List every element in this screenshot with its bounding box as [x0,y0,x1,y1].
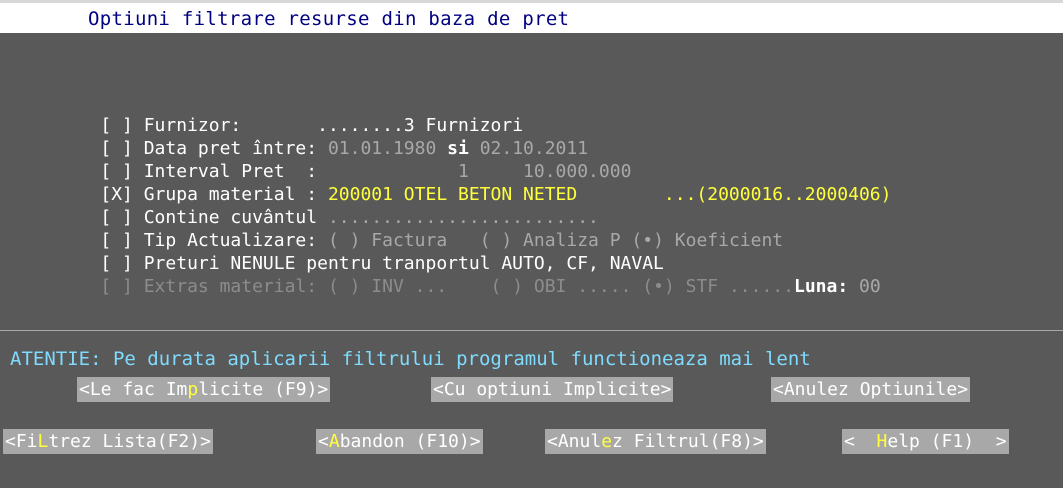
filter-list-hotkey: L [37,431,49,452]
set-defaults-button[interactable]: <Le fac Implicite (F9)> [77,377,331,402]
filter-row-furnizor[interactable]: [ ] Furnizor: ........3 Furnizori [57,90,523,136]
help-post: elp (F1) > [887,431,1007,452]
filter-row-preturi-nenule[interactable]: [ ] Preturi NENULE pentru tranportul AUT… [57,228,664,274]
warning-text: ATENTIE: Pe durata aplicarii filtrului p… [10,348,811,370]
help-pre: < [844,431,877,452]
default-options-button[interactable]: <Cu optiuni Implicite> [431,377,674,402]
radio-inv: ( ) INV ... [327,276,448,297]
value-luna: 00 [859,276,881,297]
default-options-label: <Cu optiuni Implicite> [433,379,672,400]
help-button[interactable]: < Help (F1) > [842,429,1009,454]
set-defaults-post: licite (F9)> [198,379,329,400]
filter-list-button[interactable]: <FiLtrez Lista(F2)> [3,429,213,454]
filter-row-data-pret[interactable]: [ ] Data pret între: 01.01.1980 si 02.10… [57,113,588,159]
label-luna: Luna: [793,276,849,297]
cancel-filter-button[interactable]: <Anulez Filtrul(F8)> [545,429,766,454]
separator [0,330,1063,331]
label-extras-material: Extras material: [143,276,318,297]
filter-list-post: trez Lista(F2)> [48,431,211,452]
checkbox-extras-material: [ ] [100,276,133,297]
cancel-filter-hotkey: e [601,431,613,452]
cancel-options-button[interactable]: <Anulez Optiunile> [771,377,971,402]
abandon-pre: < [318,431,329,452]
abandon-hotkey: A [328,431,340,452]
filter-dialog: [ ] Furnizor: ........3 Furnizori [ ] Da… [0,33,1063,488]
filter-row-grupa-material[interactable]: [X] Grupa material : 200001 OTEL BETON N… [57,159,891,205]
filter-row-contine-cuvantul[interactable]: [ ] Contine cuvântul ...................… [57,182,599,228]
set-defaults-hotkey: p [187,379,199,400]
cancel-options-label: <Anulez Optiunile> [773,379,969,400]
abandon-button[interactable]: <Abandon (F10)> [316,429,483,454]
abandon-post: bandon (F10)> [339,431,481,452]
filter-row-tip-actualizare[interactable]: [ ] Tip Actualizare: ( ) Factura ( ) Ana… [57,205,783,251]
filter-row-extras-material: [ ] Extras material: ( ) INV ... ( ) OBI… [57,251,880,297]
filter-row-interval-pret[interactable]: [ ] Interval Pret : 1 10.000.000 [57,136,631,182]
cancel-filter-post: z Filtrul(F8)> [612,431,764,452]
title-bar: Optiuni filtrare resurse din baza de pre… [0,0,1063,33]
window-title: Optiuni filtrare resurse din baza de pre… [88,8,570,30]
cancel-filter-pre: <Anul [547,431,602,452]
help-hotkey: H [876,431,888,452]
set-defaults-pre: <Le fac Im [79,379,188,400]
filter-list-pre: <Fi [5,431,38,452]
range-grupa-material: ...(2000016..2000406) [663,184,892,205]
radio-obi: ( ) OBI ..... [490,276,632,297]
radio-stf: (•) STF ...... [642,276,794,297]
